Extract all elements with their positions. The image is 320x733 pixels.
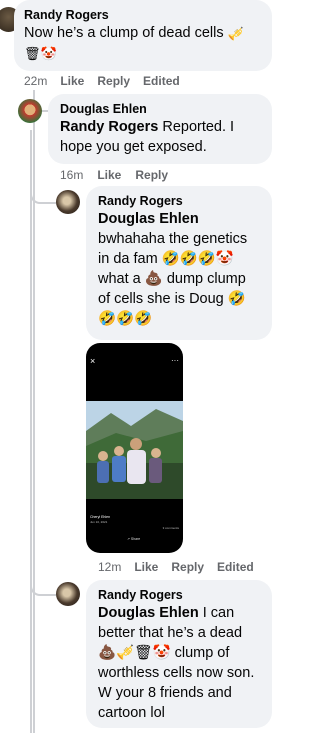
thread-connector xyxy=(30,188,56,204)
trash-emoji: 🗑 xyxy=(24,46,41,61)
like-button[interactable]: Like xyxy=(134,560,158,574)
photo-share[interactable]: ↗ Share xyxy=(127,537,140,541)
comment-author[interactable]: Randy Rogers xyxy=(24,7,260,23)
comment-bubble: Douglas Ehlen Randy Rogers Reported. I h… xyxy=(48,94,272,164)
comment-line: in da fam 🤣🤣🤣🤡 xyxy=(98,251,234,267)
clown-emoji: 🤡 xyxy=(40,46,57,61)
reply-button[interactable]: Reply xyxy=(97,74,130,88)
comment-bubble: Randy Rogers Now he’s a clump of dead ce… xyxy=(14,0,272,71)
like-button[interactable]: Like xyxy=(97,168,121,182)
mention[interactable]: Douglas Ehlen xyxy=(98,209,260,229)
comment-line: cartoon lol xyxy=(98,705,165,721)
comment-time[interactable]: 22m xyxy=(24,74,47,88)
thread-line-reply xyxy=(30,130,32,733)
photo-caption-date: Jun 10, 2021 xyxy=(90,520,108,524)
family-photo xyxy=(86,401,183,499)
comment-line: better that he’s a dead xyxy=(98,625,243,641)
edited-label: Edited xyxy=(217,560,254,574)
thread-connector xyxy=(30,580,56,596)
like-button[interactable]: Like xyxy=(60,74,84,88)
comment-line: bwhahaha the genetics xyxy=(98,231,248,247)
more-icon[interactable]: ··· xyxy=(171,356,179,365)
avatar[interactable] xyxy=(18,99,42,123)
comment-time[interactable]: 16m xyxy=(60,168,83,182)
photo-caption-name[interactable]: Cheryl Ehlen xyxy=(90,515,110,519)
comment-line: what a 💩 dump clump xyxy=(98,271,246,287)
reply-button[interactable]: Reply xyxy=(171,560,204,574)
comment-author[interactable]: Randy Rogers xyxy=(98,193,260,209)
comment-bubble: Randy Rogers Douglas Ehlen I can better … xyxy=(86,580,272,728)
comment-actions: 12m Like Reply Edited xyxy=(98,560,254,574)
close-icon[interactable]: × xyxy=(90,356,95,366)
photo-share-label: Share xyxy=(130,537,141,541)
avatar[interactable] xyxy=(56,190,80,214)
comment-author[interactable]: Randy Rogers xyxy=(98,587,260,603)
photo-image xyxy=(86,401,183,499)
comment-line: 💩🎺🗑🤡 clump of xyxy=(98,645,230,661)
mention[interactable]: Douglas Ehlen xyxy=(98,605,199,621)
reply-button[interactable]: Reply xyxy=(135,168,168,182)
edited-label: Edited xyxy=(143,74,180,88)
comment-line: of cells she is Doug 🤣 xyxy=(98,291,246,307)
avatar[interactable] xyxy=(56,582,80,606)
comment-actions: 22m Like Reply Edited xyxy=(24,74,180,88)
photo-attachment[interactable]: × ··· Cheryl Ehlen Jun 10, 2021 3 commen… xyxy=(86,343,183,553)
mention[interactable]: Randy Rogers xyxy=(60,119,158,135)
comment-line: 🤣🤣🤣 xyxy=(98,311,153,327)
comment-text: Now he’s a clump of dead cells xyxy=(24,25,224,41)
comment-author[interactable]: Douglas Ehlen xyxy=(60,101,260,117)
comment-line: worthless cells now son. xyxy=(98,665,255,681)
comment-actions: 16m Like Reply xyxy=(60,168,168,182)
trumpet-emoji: 🎺 xyxy=(227,26,244,41)
comment-line: W your 8 friends and xyxy=(98,685,232,701)
comment-line: I can xyxy=(202,605,235,621)
comment-time[interactable]: 12m xyxy=(98,560,121,574)
comment-bubble: Randy Rogers Douglas Ehlen bwhahaha the … xyxy=(86,186,272,340)
thread-line-main xyxy=(33,90,35,733)
photo-comment-count[interactable]: 3 comments xyxy=(163,526,179,530)
